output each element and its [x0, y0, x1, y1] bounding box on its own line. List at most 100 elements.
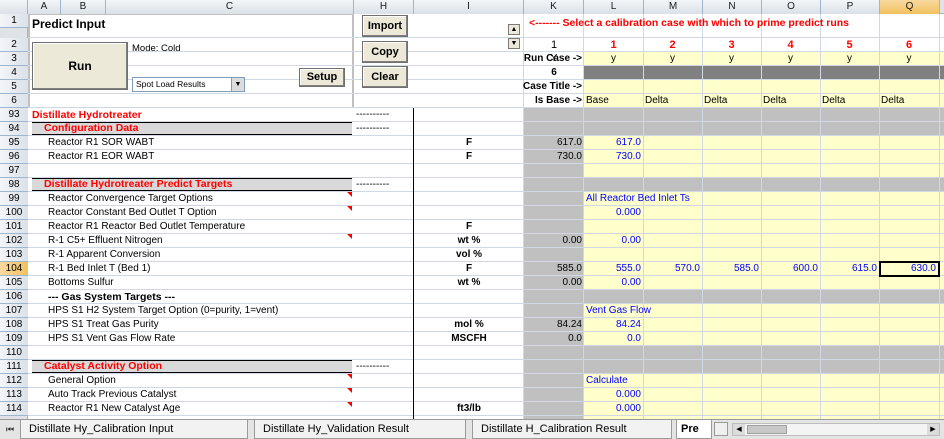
row-header-96[interactable]: 96	[0, 150, 28, 164]
is-base-n[interactable]: Delta	[704, 94, 761, 108]
column-header-k[interactable]: K	[524, 0, 584, 14]
run-case-o[interactable]: y	[761, 52, 820, 66]
row96-l[interactable]: 730.0	[584, 150, 643, 164]
row-header-95[interactable]: 95	[0, 136, 28, 150]
row-header-105[interactable]: 105	[0, 276, 28, 290]
row-header-114[interactable]: 114	[0, 402, 28, 416]
run-button[interactable]: Run	[32, 42, 128, 90]
row-header-109[interactable]: 109	[0, 332, 28, 346]
row104-o[interactable]: 600.0	[761, 262, 820, 276]
row104-m[interactable]: 570.0	[643, 262, 702, 276]
row-header-3[interactable]: 3	[0, 52, 28, 66]
is-base-p[interactable]: Delta	[822, 94, 879, 108]
row104-l[interactable]: 555.0	[584, 262, 643, 276]
row105-l[interactable]: 0.00	[584, 276, 643, 290]
row95-l[interactable]: 617.0	[584, 136, 643, 150]
mode-dropdown[interactable]: Spot Load Results ▼	[132, 77, 245, 92]
row108-l[interactable]: 84.24	[584, 318, 643, 332]
chevron-down-icon[interactable]: ▼	[231, 78, 244, 91]
row-header-100[interactable]: 100	[0, 206, 28, 220]
is-base-m[interactable]: Delta	[645, 94, 702, 108]
run-case-p[interactable]: y	[820, 52, 879, 66]
run-case-l[interactable]: y	[584, 52, 643, 66]
horizontal-scrollbar[interactable]: ◀ ▶	[732, 423, 940, 436]
select-all-corner[interactable]	[0, 0, 28, 14]
column-header-h[interactable]: H	[354, 0, 414, 14]
setup-button[interactable]: Setup	[299, 68, 345, 87]
tab-split-icon[interactable]	[714, 422, 728, 436]
row114-l[interactable]: 0.000	[584, 402, 643, 416]
row104-p[interactable]: 615.0	[820, 262, 879, 276]
row-header-110[interactable]: 110	[0, 346, 28, 360]
tab-calibration-input[interactable]: Distillate Hy_Calibration Input	[20, 420, 248, 439]
column-header-c[interactable]: C	[106, 0, 354, 14]
tab-predict-active[interactable]: Pre	[676, 420, 712, 439]
spreadsheet-grid[interactable]: Predict Input Run Mode: Cold Spot Load R…	[28, 14, 944, 419]
scroll-right-icon[interactable]: ▶	[927, 424, 939, 435]
scroll-up-icon[interactable]: ▲	[508, 24, 520, 35]
row-header-2[interactable]: 2	[0, 38, 28, 52]
run-case-k[interactable]: Y	[524, 52, 584, 66]
row-header-94[interactable]: 94	[0, 122, 28, 136]
row-header-104[interactable]: 104	[0, 262, 28, 276]
comment-indicator-icon[interactable]	[347, 234, 352, 239]
row113-label: Auto Track Previous Catalyst	[48, 389, 177, 400]
column-header-m[interactable]: M	[644, 0, 703, 14]
row-header-112[interactable]: 112	[0, 374, 28, 388]
column-header-n[interactable]: N	[703, 0, 762, 14]
is-base-o[interactable]: Delta	[763, 94, 820, 108]
row102-l[interactable]: 0.00	[584, 234, 643, 248]
row112-l[interactable]: Calculate	[586, 374, 666, 388]
row-header-106[interactable]: 106	[0, 290, 28, 304]
row-header-102[interactable]: 102	[0, 234, 28, 248]
row-header-101[interactable]: 101	[0, 220, 28, 234]
active-cell-q104[interactable]: 630.0	[879, 261, 940, 277]
column-header-b[interactable]: B	[61, 0, 106, 14]
run-case-q[interactable]: y	[879, 52, 939, 66]
tab-validation-result[interactable]: Distillate Hy_Validation Result	[254, 420, 466, 439]
run-case-m[interactable]: y	[643, 52, 702, 66]
column-header-p[interactable]: P	[821, 0, 880, 14]
row107-l[interactable]: Vent Gas Flow	[586, 304, 706, 318]
comment-indicator-icon[interactable]	[347, 402, 352, 407]
tab-calibration-result[interactable]: Distillate H_Calibration Result	[472, 420, 672, 439]
column-header-o[interactable]: O	[762, 0, 821, 14]
import-button[interactable]: Import	[362, 15, 408, 37]
row-header-97[interactable]: 97	[0, 164, 28, 178]
row-header-107[interactable]: 107	[0, 304, 28, 318]
row-header-6[interactable]: 6	[0, 94, 28, 108]
comment-indicator-icon[interactable]	[347, 192, 352, 197]
comment-indicator-icon[interactable]	[347, 374, 352, 379]
is-base-q[interactable]: Delta	[881, 94, 939, 108]
row-header-111[interactable]: 111	[0, 360, 28, 374]
clear-button[interactable]: Clear	[362, 66, 408, 88]
row113-l[interactable]: 0.000	[584, 388, 643, 402]
column-header-a[interactable]: A	[28, 0, 61, 14]
column-header-l[interactable]: L	[584, 0, 644, 14]
row-header-4[interactable]: 4	[0, 66, 28, 80]
column-header-i[interactable]: I	[414, 0, 524, 14]
row109-l[interactable]: 0.0	[584, 332, 643, 346]
row108-label: HPS S1 Treat Gas Purity	[48, 319, 159, 330]
row104-n[interactable]: 585.0	[702, 262, 761, 276]
comment-indicator-icon[interactable]	[347, 206, 352, 211]
scrollbar-thumb[interactable]	[747, 425, 787, 434]
scroll-down-icon[interactable]: ▼	[508, 38, 520, 49]
is-base-l[interactable]: Base	[586, 94, 643, 108]
row-header-103[interactable]: 103	[0, 248, 28, 262]
scroll-left-icon[interactable]: ◀	[733, 424, 745, 435]
tab-first-icon[interactable]: ⏮	[4, 423, 16, 435]
row-header-1[interactable]: 1	[0, 14, 28, 28]
row99-l[interactable]: All Reactor Bed Inlet Ts	[586, 192, 726, 206]
row-header-113[interactable]: 113	[0, 388, 28, 402]
row100-l[interactable]: 0.000	[584, 206, 643, 220]
row-header-93[interactable]: 93	[0, 108, 28, 122]
row-header-98[interactable]: 98	[0, 178, 28, 192]
row-header-108[interactable]: 108	[0, 318, 28, 332]
copy-button[interactable]: Copy	[362, 41, 408, 63]
row-header-5[interactable]: 5	[0, 80, 28, 94]
run-case-n[interactable]: y	[702, 52, 761, 66]
comment-indicator-icon[interactable]	[347, 388, 352, 393]
column-header-q[interactable]: Q	[880, 0, 940, 14]
row-header-99[interactable]: 99	[0, 192, 28, 206]
